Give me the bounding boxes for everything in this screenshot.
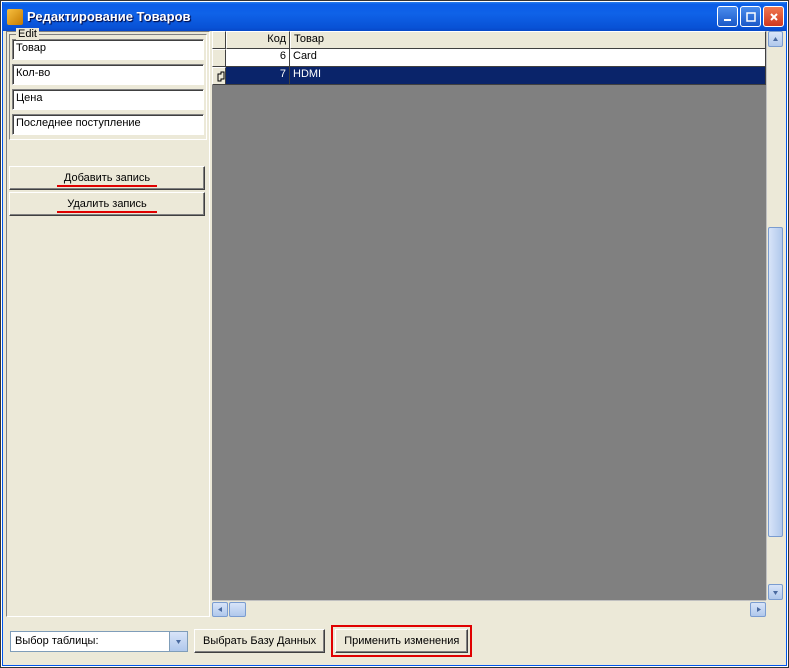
apply-changes-label: Применить изменения — [344, 635, 459, 647]
app-window: Редактирование Товаров Edit Товар Кол-во — [2, 2, 787, 666]
row-indicator — [212, 49, 226, 67]
horizontal-scrollbar[interactable] — [212, 600, 766, 617]
last-field[interactable]: Последнее поступление — [12, 114, 204, 135]
delete-record-button[interactable]: Удалить запись — [9, 192, 205, 216]
table-select-combo[interactable]: Выбор таблицы: — [10, 631, 188, 652]
grid-header-kod[interactable]: Код — [226, 31, 290, 49]
chevron-down-icon — [772, 589, 779, 596]
window-title: Редактирование Товаров — [27, 9, 717, 24]
grid-header-row: Код Товар — [212, 31, 766, 49]
grid-row[interactable]: 6 Card — [212, 49, 766, 67]
scroll-thumb[interactable] — [229, 602, 246, 617]
bottom-toolbar: Выбор таблицы: Выбрать Базу Данных Приме… — [6, 620, 783, 662]
edit-panel: Edit Товар Кол-во Цена Последнее поступл… — [6, 31, 210, 617]
chevron-up-icon — [772, 36, 779, 43]
combo-text: Выбор таблицы: — [11, 632, 169, 651]
kolvo-field[interactable]: Кол-во — [12, 64, 204, 85]
cell-kod[interactable]: 6 — [226, 49, 290, 67]
delete-record-label: Удалить запись — [67, 198, 147, 210]
row-indicator — [212, 67, 226, 85]
choose-database-label: Выбрать Базу Данных — [203, 635, 316, 647]
scroll-up-button[interactable] — [768, 31, 783, 47]
scroll-down-button[interactable] — [768, 584, 783, 600]
red-underline — [57, 211, 157, 213]
chevron-right-icon — [755, 606, 762, 613]
data-grid[interactable]: Код Товар 6 Card 7 — [212, 31, 766, 600]
grid-row[interactable]: 7 HDMI — [212, 67, 766, 85]
tovar-field[interactable]: Товар — [12, 39, 204, 60]
chevron-left-icon — [217, 606, 224, 613]
scroll-left-button[interactable] — [212, 602, 228, 617]
close-button[interactable] — [763, 6, 784, 27]
scroll-right-button[interactable] — [750, 602, 766, 617]
combo-dropdown-button[interactable] — [169, 632, 187, 651]
apply-changes-button[interactable]: Применить изменения — [335, 629, 468, 653]
app-icon — [7, 9, 23, 25]
vertical-scrollbar[interactable] — [766, 31, 783, 600]
choose-database-button[interactable]: Выбрать Базу Данных — [194, 629, 325, 653]
minimize-button[interactable] — [717, 6, 738, 27]
scroll-thumb[interactable] — [768, 227, 783, 537]
data-grid-area: Код Товар 6 Card 7 — [212, 31, 783, 617]
add-record-label: Добавить запись — [64, 172, 150, 184]
red-underline — [57, 185, 157, 187]
red-highlight-box: Применить изменения — [331, 625, 472, 657]
scroll-corner — [766, 600, 783, 617]
groupbox-legend: Edit — [16, 28, 39, 40]
grid-indicator-header — [212, 31, 226, 49]
cell-tovar[interactable]: Card — [290, 49, 766, 67]
edit-indicator-icon — [216, 71, 226, 83]
maximize-button[interactable] — [740, 6, 761, 27]
cell-kod[interactable]: 7 — [226, 67, 290, 85]
chevron-down-icon — [175, 638, 182, 645]
grid-header-tovar[interactable]: Товар — [290, 31, 766, 49]
add-record-button[interactable]: Добавить запись — [9, 166, 205, 190]
title-bar[interactable]: Редактирование Товаров — [3, 2, 786, 31]
cena-field[interactable]: Цена — [12, 89, 204, 110]
cell-tovar[interactable]: HDMI — [290, 67, 766, 85]
